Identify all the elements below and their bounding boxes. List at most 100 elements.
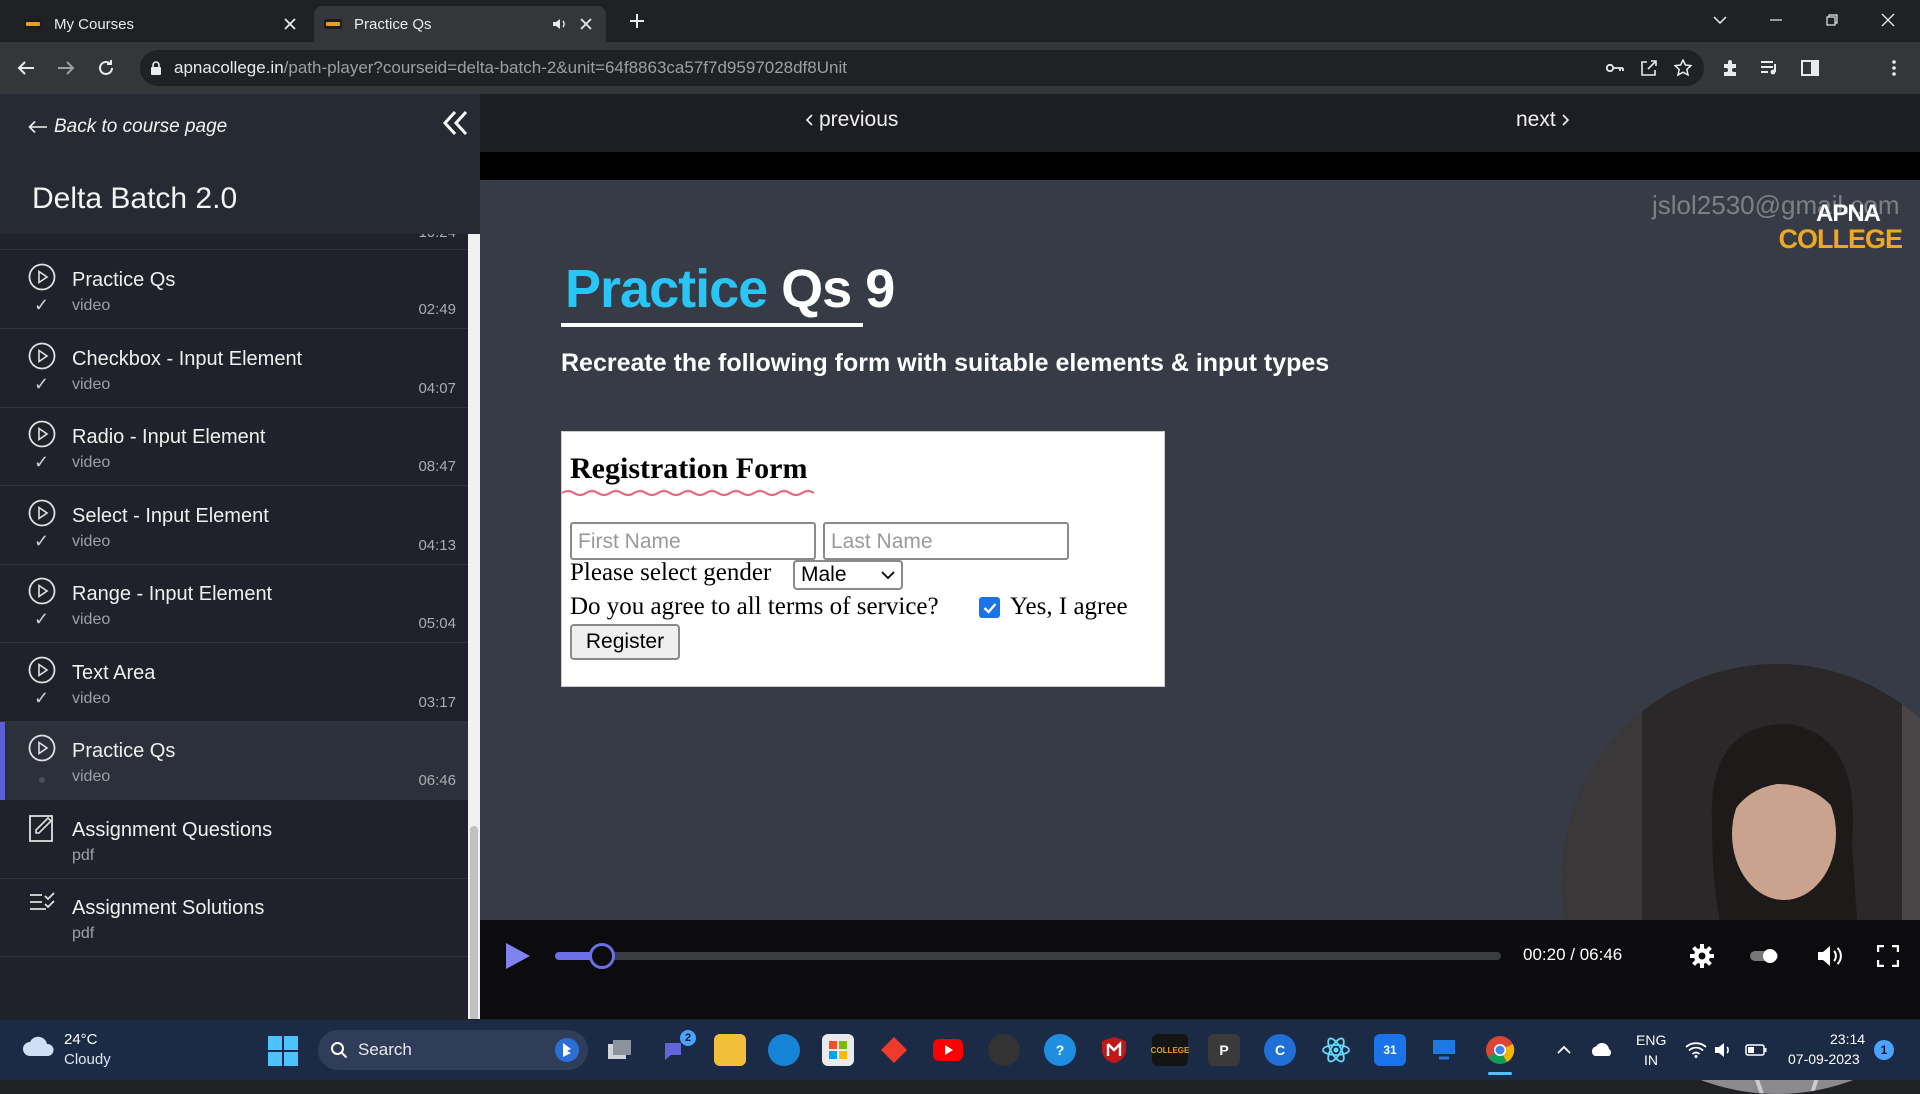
play-circle-icon	[28, 263, 56, 291]
react-icon[interactable]	[1320, 1034, 1352, 1066]
tab-audio-icon[interactable]	[550, 14, 570, 34]
bookmark-star-icon[interactable]	[1674, 59, 1692, 77]
weather-condition[interactable]: Cloudy	[64, 1051, 111, 1068]
calendar-icon[interactable]: 31	[1374, 1034, 1406, 1066]
reload-button[interactable]	[88, 50, 124, 86]
close-tab-icon[interactable]	[280, 14, 300, 34]
notification-badge[interactable]: 1	[1874, 1040, 1894, 1060]
agree-checkbox	[979, 597, 1000, 618]
side-panel-icon[interactable]	[1792, 50, 1828, 86]
media-queue-icon[interactable]	[1752, 50, 1788, 86]
lesson-item[interactable]: ✓ Select - Input Element video 04:13	[0, 487, 468, 565]
restore-button[interactable]	[1804, 0, 1860, 40]
tab-search-chevron-icon[interactable]	[1692, 0, 1748, 40]
close-window-button[interactable]	[1860, 0, 1916, 40]
next-label: next	[1516, 108, 1556, 131]
lesson-title: Select - Input Element	[72, 504, 269, 527]
back-button[interactable]	[8, 50, 44, 86]
lesson-title: Practice Qs	[72, 269, 176, 291]
close-tab-icon[interactable]	[576, 14, 596, 34]
search-label: Search	[358, 1040, 412, 1059]
lesson-list: video 10:24 ✓ Practice Qs video 02:49 ✓ Check…	[0, 234, 468, 1019]
address-bar[interactable]: apnacollege.in/path-player?courseid=delt…	[140, 50, 1704, 86]
play-button[interactable]	[500, 940, 532, 972]
password-key-icon[interactable]	[1606, 63, 1624, 73]
last-name-field: Last Name	[823, 522, 1069, 560]
speaker-icon[interactable]	[1708, 1034, 1740, 1066]
language-indicator[interactable]: ENG	[1636, 1032, 1666, 1048]
lesson-item[interactable]: ✓ Radio - Input Element video 08:47	[0, 408, 468, 486]
github-icon[interactable]	[988, 1034, 1020, 1066]
spellcheck-underline	[562, 490, 815, 496]
share-icon[interactable]	[1640, 59, 1658, 77]
tab-my-courses[interactable]: My Courses	[14, 6, 310, 42]
file-explorer-icon[interactable]	[714, 1034, 746, 1066]
lesson-type: pdf	[72, 846, 95, 864]
completed-check-icon: ✓	[34, 609, 50, 629]
lesson-item[interactable]: ✓ Range - Input Element video 05:04	[0, 565, 468, 643]
lesson-item[interactable]: ✓ Text Area video 03:17	[0, 644, 468, 722]
apna-college-app-icon[interactable]: COLLEGE	[1151, 1034, 1189, 1066]
previous-button[interactable]: previous	[805, 108, 898, 132]
anydesk-icon[interactable]	[878, 1034, 910, 1066]
assignment-edit-icon	[28, 813, 56, 842]
task-view-icon[interactable]	[604, 1034, 636, 1066]
registration-form-image: Registration Form First Name Last Name P…	[561, 431, 1165, 687]
lesson-item[interactable]: Assignment Solutions pdf	[0, 879, 468, 957]
taskbar-search[interactable]: Search	[318, 1030, 588, 1070]
completed-check-icon: ✓	[34, 373, 50, 394]
lesson-item[interactable]: ✓ Practice Qs video 02:49	[0, 251, 468, 329]
pycharm-icon[interactable]: P	[1208, 1034, 1240, 1066]
microsoft-store-icon[interactable]	[822, 1034, 854, 1066]
battery-icon[interactable]	[1740, 1034, 1772, 1066]
chevron-up-icon[interactable]	[1548, 1034, 1580, 1066]
edge-browser-icon[interactable]	[768, 1034, 800, 1066]
remote-desktop-icon[interactable]	[1428, 1034, 1460, 1066]
cloud-icon[interactable]	[22, 1034, 56, 1058]
minimize-button[interactable]	[1748, 0, 1804, 40]
lesson-item[interactable]: Practice Qs video 06:46	[0, 722, 468, 800]
region-indicator[interactable]: IN	[1644, 1052, 1658, 1068]
lesson-type: video	[72, 689, 111, 707]
sidebar-scroll-thumb[interactable]	[470, 826, 478, 1019]
clock-time[interactable]: 23:14	[1830, 1031, 1865, 1047]
mcafee-icon[interactable]	[1098, 1034, 1130, 1066]
chrome-menu-icon[interactable]	[1876, 50, 1912, 86]
volume-icon[interactable]	[1814, 940, 1846, 972]
logo-line-2: COLLEGE	[1778, 224, 1903, 254]
clock-date[interactable]: 07-09-2023	[1788, 1051, 1860, 1067]
lesson-duration: 10:24	[418, 234, 456, 241]
forward-button[interactable]	[48, 50, 84, 86]
progress-scrubber[interactable]	[589, 943, 615, 969]
next-button[interactable]: next	[1516, 108, 1570, 132]
help-icon[interactable]: ?	[1044, 1034, 1076, 1066]
windows-start-icon[interactable]	[268, 1036, 298, 1066]
progress-track[interactable]	[555, 952, 1501, 960]
player-nav-bar	[480, 94, 1920, 152]
lesson-item-partial[interactable]: video 10:24	[0, 234, 468, 250]
new-tab-button[interactable]	[624, 8, 650, 34]
settings-gear-icon[interactable]	[1686, 940, 1718, 972]
weather-temperature[interactable]: 24°C	[64, 1031, 98, 1048]
extensions-puzzle-icon[interactable]	[1712, 50, 1748, 86]
chrome-icon[interactable]	[1484, 1034, 1516, 1066]
back-to-course-link[interactable]: Back to course page	[28, 116, 227, 138]
form-heading: Registration Form	[570, 452, 808, 485]
apna-college-favicon-icon	[324, 19, 342, 29]
lesson-item[interactable]: Assignment Questions pdf	[0, 801, 468, 879]
fullscreen-icon[interactable]	[1872, 940, 1904, 972]
incomplete-dot-icon	[39, 777, 45, 783]
bing-icon[interactable]	[554, 1037, 580, 1063]
tab-practice-qs[interactable]: Practice Qs	[314, 6, 606, 42]
lesson-type: video	[72, 611, 111, 628]
lesson-item[interactable]: ✓ Checkbox - Input Element video 04:07	[0, 330, 468, 408]
speed-toggle-icon[interactable]	[1748, 940, 1780, 972]
lesson-title: Assignment Questions	[72, 818, 273, 841]
youtube-icon[interactable]	[932, 1034, 964, 1066]
c-app-icon[interactable]: C	[1264, 1034, 1296, 1066]
register-button: Register	[570, 624, 680, 660]
lesson-duration: 06:46	[418, 772, 456, 789]
onedrive-cloud-icon[interactable]	[1586, 1034, 1618, 1066]
collapse-sidebar-icon[interactable]	[440, 108, 470, 138]
gender-label: Please select gender	[570, 559, 772, 586]
